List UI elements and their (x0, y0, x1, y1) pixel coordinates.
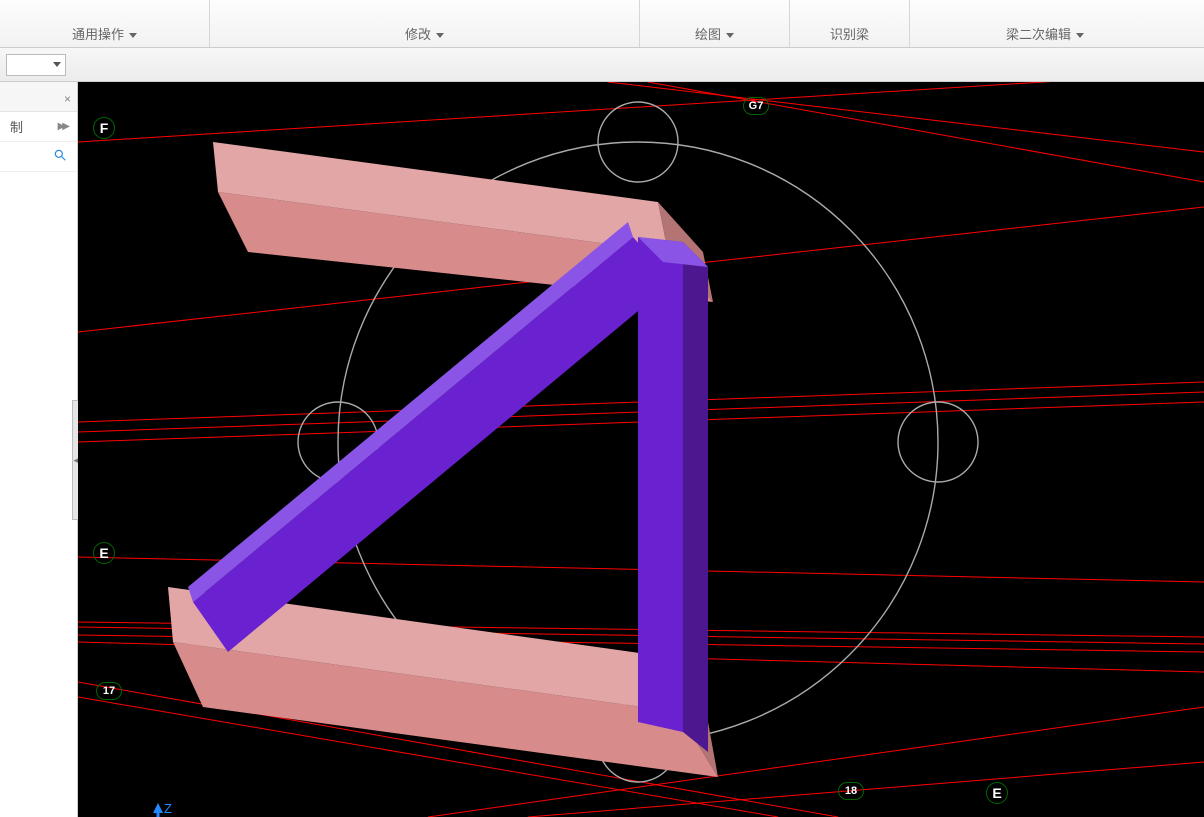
ribbon-group-label: 修改 (405, 24, 431, 43)
chevron-down-icon (724, 26, 734, 41)
chevron-down-icon (127, 26, 137, 41)
grid-label-17: 17 (96, 682, 122, 700)
axis-z-label: Z (164, 801, 172, 816)
ribbon-group-label: 梁二次编辑 (1006, 24, 1071, 43)
chevron-right-icon: ▶▶ (58, 121, 67, 132)
ribbon-group-modify[interactable]: 修改 (210, 0, 640, 47)
ribbon: 通用操作 修改 绘图 识别梁 梁二次编辑 (0, 0, 1204, 48)
secondary-toolbar (0, 48, 1204, 82)
grid-label-e: E (93, 542, 115, 564)
ribbon-group-identify-beam[interactable]: 识别梁 (790, 0, 910, 47)
chevron-down-icon (1074, 26, 1084, 41)
ribbon-group-general[interactable]: 通用操作 (0, 0, 210, 47)
chevron-down-icon (434, 26, 444, 41)
side-search-row[interactable] (0, 142, 77, 172)
side-panel: × 制 ▶▶ (0, 82, 78, 817)
main-area: × 制 ▶▶ ◀ (0, 82, 1204, 817)
grid-label-g7: G7 (743, 97, 769, 115)
dropdown-selector[interactable] (6, 54, 66, 76)
ribbon-group-beam-edit[interactable]: 梁二次编辑 (910, 0, 1180, 47)
side-row-label: 制 (10, 117, 23, 136)
ribbon-group-label: 识别梁 (830, 24, 869, 43)
grid-label-18: 18 (838, 782, 864, 800)
ribbon-group-label: 通用操作 (72, 24, 124, 43)
close-icon[interactable]: × (64, 84, 71, 114)
ribbon-group-draw[interactable]: 绘图 (640, 0, 790, 47)
grid-label-e2: E (986, 782, 1008, 804)
search-icon (53, 148, 67, 165)
side-row-copy[interactable]: 制 ▶▶ (0, 112, 77, 142)
side-tab[interactable]: × (0, 82, 77, 112)
grid-label-f: F (93, 117, 115, 139)
3d-viewport[interactable]: F G7 E 17 18 E Z Y X (78, 82, 1204, 817)
ribbon-group-label: 绘图 (695, 24, 721, 43)
